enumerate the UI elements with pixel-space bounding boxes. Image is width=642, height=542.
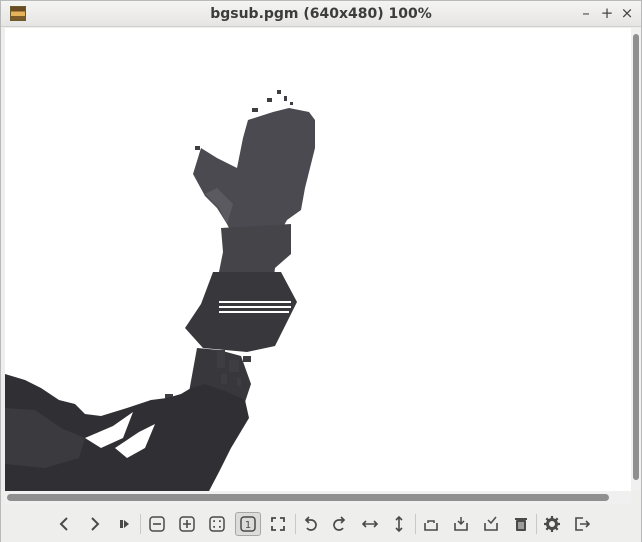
- zoom-fit-button[interactable]: [204, 512, 230, 536]
- toolbar-separator: [140, 514, 141, 534]
- vertical-scrollbar-thumb[interactable]: [633, 34, 639, 480]
- quit-icon: [575, 517, 591, 531]
- close-button[interactable]: ×: [618, 4, 636, 22]
- zoom-in-button[interactable]: [174, 512, 200, 536]
- horizontal-scrollbar-thumb[interactable]: [7, 494, 609, 501]
- flip-horizontal-button[interactable]: [357, 512, 383, 536]
- slideshow-button[interactable]: [111, 512, 137, 536]
- window-title: bgsub.pgm (640x480) 100%: [210, 6, 432, 22]
- zoom-actual-size-button[interactable]: 1: [235, 512, 261, 536]
- toolbar-separator: [295, 514, 296, 534]
- zoom-fit-icon: [209, 516, 225, 532]
- fullscreen-icon: [271, 517, 285, 531]
- maximize-button[interactable]: +: [598, 4, 616, 22]
- previous-button[interactable]: [52, 512, 78, 536]
- bgsub-image: [5, 90, 315, 491]
- title-bar[interactable]: bgsub.pgm (640x480) 100% – + ×: [1, 1, 641, 27]
- vertical-scrollbar[interactable]: [631, 28, 641, 491]
- open-button[interactable]: [418, 512, 444, 536]
- rotate-left-icon: [304, 516, 317, 531]
- zoom-out-icon: [149, 516, 165, 532]
- rotate-right-icon: [333, 516, 346, 531]
- delete-button[interactable]: [508, 512, 534, 536]
- horizontal-scrollbar[interactable]: [5, 491, 631, 504]
- rotate-left-button[interactable]: [297, 512, 323, 536]
- zoom-actual-size-icon: 1: [240, 516, 256, 532]
- toolbar-separator: [536, 514, 537, 534]
- zoom-in-icon: [179, 516, 195, 532]
- minimize-button[interactable]: –: [577, 4, 595, 22]
- toolbar-separator: [415, 514, 416, 534]
- flip-vertical-icon: [395, 515, 403, 533]
- delete-icon: [515, 518, 527, 531]
- preferences-icon: [544, 516, 560, 532]
- fullscreen-button[interactable]: [265, 512, 291, 536]
- save-as-icon: [484, 516, 498, 531]
- open-icon: [424, 520, 438, 531]
- flip-vertical-button[interactable]: [386, 512, 412, 536]
- image-viewer-window: bgsub.pgm (640x480) 100% – + × 1: [0, 0, 642, 542]
- toolbar: 1: [1, 506, 641, 542]
- rotate-right-button[interactable]: [327, 512, 353, 536]
- next-button[interactable]: [81, 512, 107, 536]
- quit-button[interactable]: [569, 512, 595, 536]
- zoom-out-button[interactable]: [144, 512, 170, 536]
- save-as-button[interactable]: [478, 512, 504, 536]
- preferences-button[interactable]: [539, 512, 565, 536]
- flip-horizontal-icon: [361, 520, 379, 528]
- next-icon: [91, 517, 100, 531]
- zoom-actual-size-label: 1: [245, 520, 251, 531]
- save-icon: [454, 517, 468, 531]
- image-canvas[interactable]: [5, 28, 631, 491]
- save-button[interactable]: [448, 512, 474, 536]
- slideshow-icon: [120, 520, 129, 528]
- previous-icon: [59, 517, 68, 531]
